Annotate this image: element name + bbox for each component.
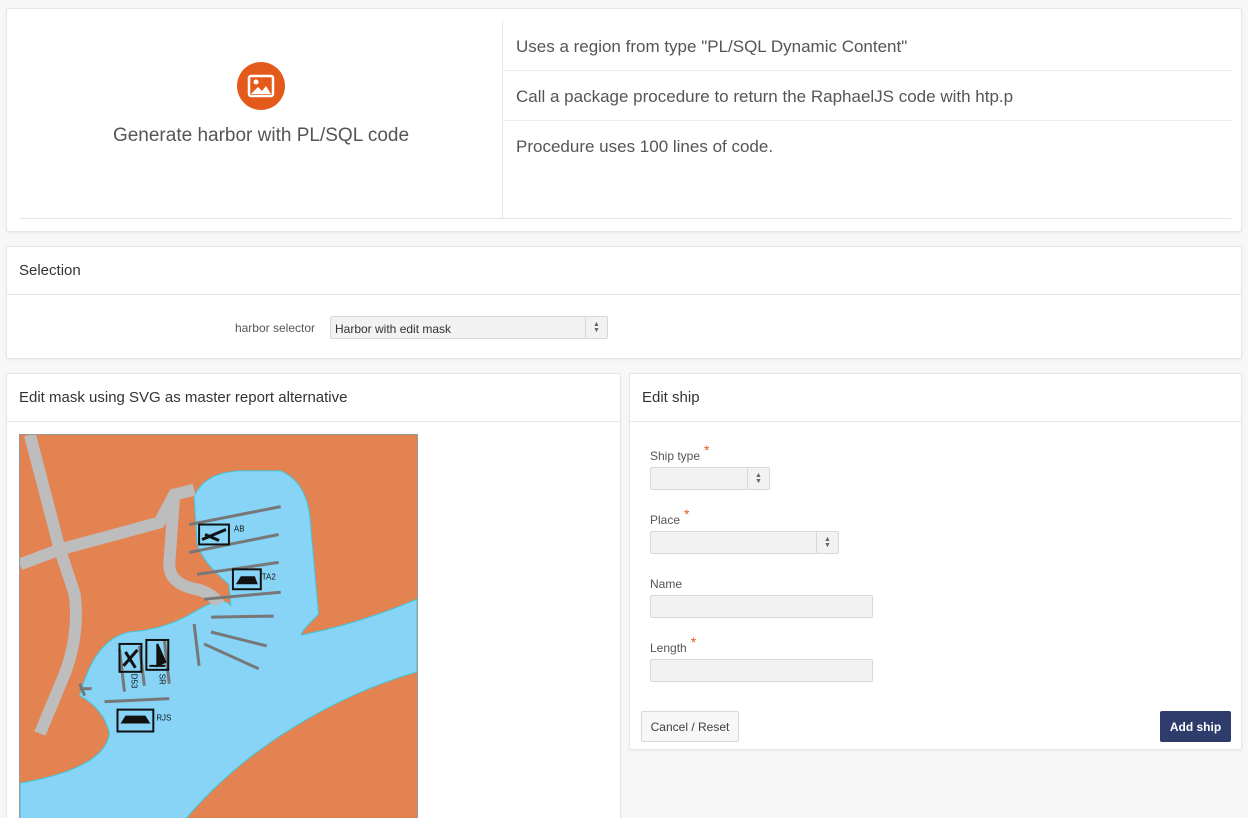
harbor-selector-label: harbor selector — [234, 321, 315, 335]
ship-label: D53 — [129, 674, 138, 689]
name-label: Name — [650, 577, 683, 591]
map-region: Edit mask using SVG as master report alt… — [6, 373, 621, 818]
length-input[interactable] — [650, 659, 873, 682]
hero-badge: Generate harbor with PL/SQL code — [19, 21, 503, 219]
required-marker: * — [684, 506, 690, 522]
required-marker: * — [704, 442, 710, 458]
hero-title: Generate harbor with PL/SQL code — [112, 125, 410, 146]
ship-label: RJS — [156, 714, 171, 723]
harbor-map[interactable]: AB TA2 D53 SR RJS — [19, 434, 418, 818]
hero-region: Generate harbor with PL/SQL code Uses a … — [6, 8, 1242, 232]
hero-line: Uses a region from type "PL/SQL Dynamic … — [503, 21, 1231, 71]
image-icon — [237, 62, 285, 110]
ship-label: TA2 — [262, 572, 277, 581]
chevron-updown-icon: ▲ ▼ — [816, 532, 838, 553]
edit-ship-title: Edit ship — [630, 374, 1241, 422]
length-label: Length * — [650, 634, 697, 655]
selection-title: Selection — [7, 247, 1241, 295]
name-input[interactable] — [650, 595, 873, 618]
harbor-selector-select[interactable]: Harbor with edit mask ▲ ▼ — [330, 316, 608, 339]
hero-description-list: Uses a region from type "PL/SQL Dynamic … — [503, 21, 1231, 219]
ship-label: AB — [234, 525, 245, 534]
map-region-title: Edit mask using SVG as master report alt… — [7, 374, 620, 422]
add-ship-button[interactable]: Add ship — [1160, 711, 1231, 742]
place-select[interactable]: ▲ ▼ — [650, 531, 839, 554]
required-marker: * — [690, 634, 697, 650]
place-label: Place * — [650, 506, 690, 527]
chevron-updown-icon: ▲ ▼ — [747, 468, 769, 489]
selection-region: Selection harbor selector Harbor with ed… — [6, 246, 1242, 359]
harbor-selector-value: Harbor with edit mask — [335, 322, 452, 336]
cancel-reset-button[interactable]: Cancel / Reset — [641, 711, 739, 742]
ship-type-label: Ship type * — [650, 442, 710, 463]
hero-line: Call a package procedure to return the R… — [503, 71, 1231, 121]
edit-ship-region: Edit ship Ship type * ▲ ▼ Place * ▲ ▼ Name L… — [629, 373, 1242, 750]
chevron-updown-icon: ▲ ▼ — [585, 317, 607, 338]
ship-label: SR — [157, 674, 166, 685]
ship-type-select[interactable]: ▲ ▼ — [650, 467, 770, 490]
hero-line: Procedure uses 100 lines of code. — [516, 137, 774, 156]
